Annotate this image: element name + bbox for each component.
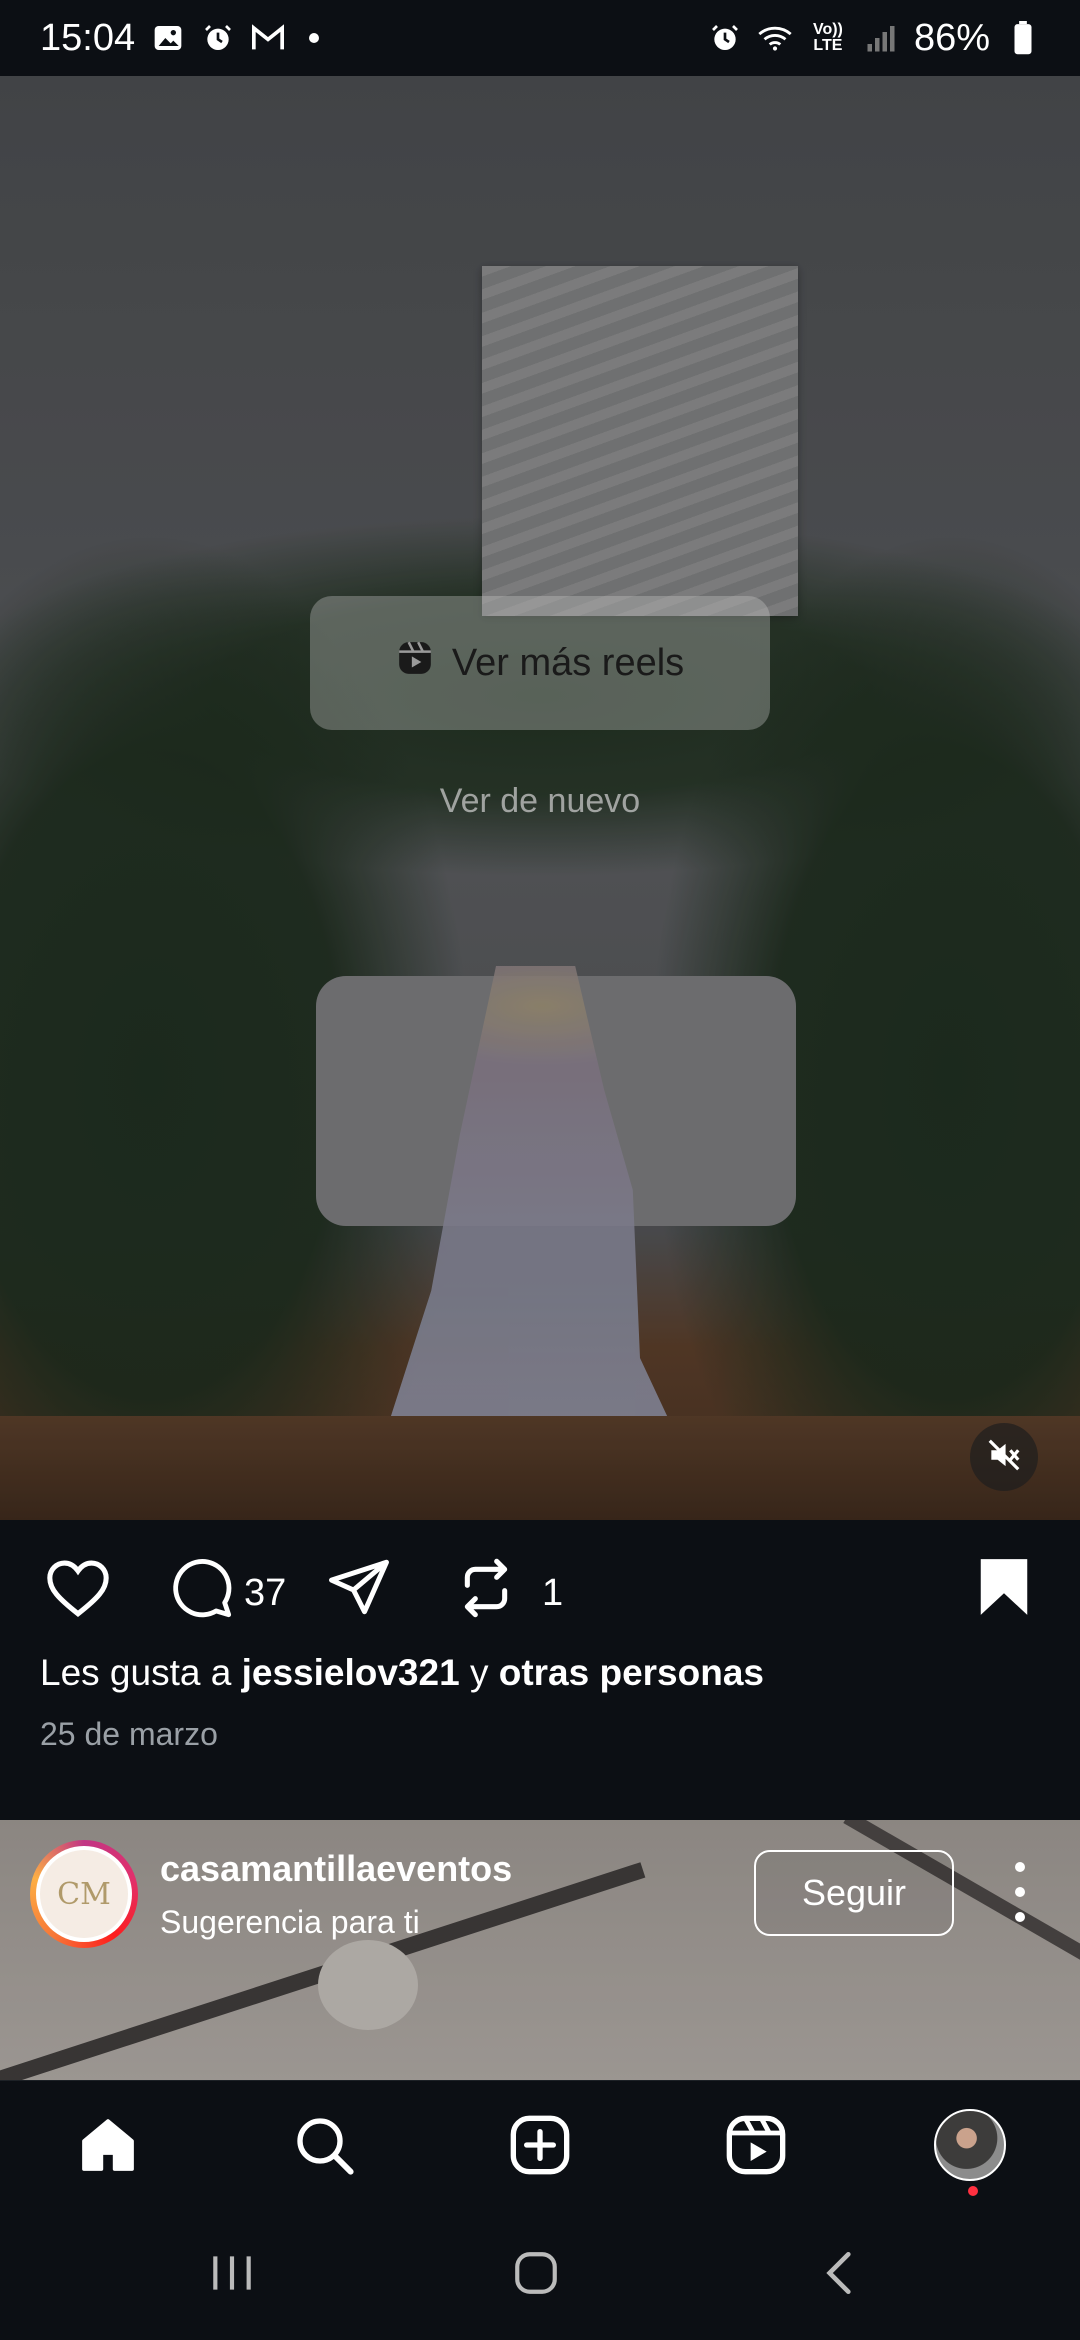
like-button[interactable] bbox=[44, 1556, 112, 1628]
send-icon bbox=[326, 1556, 392, 1628]
save-button[interactable] bbox=[976, 1556, 1032, 1628]
reels-icon[interactable] bbox=[720, 2109, 792, 2181]
status-bar: 15:04 Vo)) LTE 86% bbox=[0, 0, 1080, 76]
comment-icon bbox=[170, 1556, 234, 1630]
home-button-icon[interactable] bbox=[496, 2238, 576, 2308]
suggestion-subtitle: Sugerencia para ti bbox=[160, 1904, 420, 1940]
brand-logo: CM bbox=[40, 1850, 128, 1938]
status-time: 15:04 bbox=[40, 16, 136, 59]
create-icon[interactable] bbox=[504, 2109, 576, 2181]
more-options-icon[interactable] bbox=[1000, 1862, 1040, 1922]
share-button[interactable] bbox=[326, 1556, 392, 1628]
liked-by-user[interactable]: jessielov321 bbox=[242, 1652, 460, 1693]
volte-icon: Vo)) LTE bbox=[808, 21, 848, 55]
suggested-username[interactable]: casamantillaeventos bbox=[160, 1848, 512, 1890]
post-date: 25 de marzo bbox=[40, 1716, 218, 1752]
back-icon[interactable] bbox=[800, 2238, 880, 2308]
watch-again-link[interactable]: Ver de nuevo bbox=[0, 782, 1080, 821]
recent-apps-icon[interactable] bbox=[192, 2238, 272, 2308]
profile-tab[interactable] bbox=[934, 2109, 1006, 2181]
reels-icon bbox=[396, 639, 434, 687]
comment-button[interactable]: 37 bbox=[170, 1556, 286, 1630]
gmail-icon bbox=[251, 21, 285, 55]
more-reels-label: Ver más reels bbox=[451, 641, 685, 684]
notification-dot-indicator bbox=[309, 33, 320, 43]
mute-button[interactable] bbox=[970, 1423, 1038, 1491]
muted-speaker-icon bbox=[985, 1436, 1023, 1479]
profile-avatar bbox=[934, 2109, 1006, 2181]
comments-count: 37 bbox=[244, 1571, 287, 1614]
bookmark-icon bbox=[976, 1556, 1032, 1628]
likes-joiner: y bbox=[469, 1652, 489, 1693]
repost-button[interactable]: 1 bbox=[456, 1556, 563, 1630]
battery-icon bbox=[1006, 21, 1040, 55]
likes-others[interactable]: otras personas bbox=[499, 1652, 764, 1693]
volte-label: Vo)) LTE bbox=[812, 21, 843, 54]
signal-icon bbox=[864, 21, 898, 55]
home-icon[interactable] bbox=[72, 2109, 144, 2181]
alarm-icon bbox=[201, 21, 235, 55]
more-reels-button[interactable]: Ver más reels bbox=[310, 596, 770, 730]
likes-prefix: Les gusta a bbox=[40, 1652, 232, 1693]
reel-video[interactable]: Ver más reels Ver de nuevo bbox=[0, 76, 1080, 1520]
suggested-post[interactable]: CM casamantillaeventos Sugerencia para t… bbox=[0, 1820, 1080, 2080]
bottom-nav bbox=[0, 2080, 1080, 2209]
heart-icon bbox=[44, 1556, 112, 1628]
reposts-count: 1 bbox=[542, 1571, 564, 1614]
system-navigation-bar bbox=[0, 2208, 1080, 2340]
follow-button[interactable]: Seguir bbox=[754, 1850, 954, 1936]
likes-summary[interactable]: Les gusta a jessielov321 y otras persona… bbox=[40, 1652, 764, 1694]
profile-notification-dot bbox=[968, 2186, 978, 2196]
alarm-icon bbox=[708, 21, 742, 55]
search-icon[interactable] bbox=[288, 2109, 360, 2181]
avatar-border: CM bbox=[36, 1846, 132, 1942]
image-icon bbox=[151, 21, 185, 55]
repost-icon bbox=[456, 1556, 516, 1630]
post-actions: 37 1 bbox=[0, 1520, 1080, 1656]
battery-percent: 86% bbox=[913, 16, 990, 59]
wifi-icon bbox=[758, 21, 792, 55]
suggested-account-avatar[interactable]: CM bbox=[30, 1840, 138, 1948]
